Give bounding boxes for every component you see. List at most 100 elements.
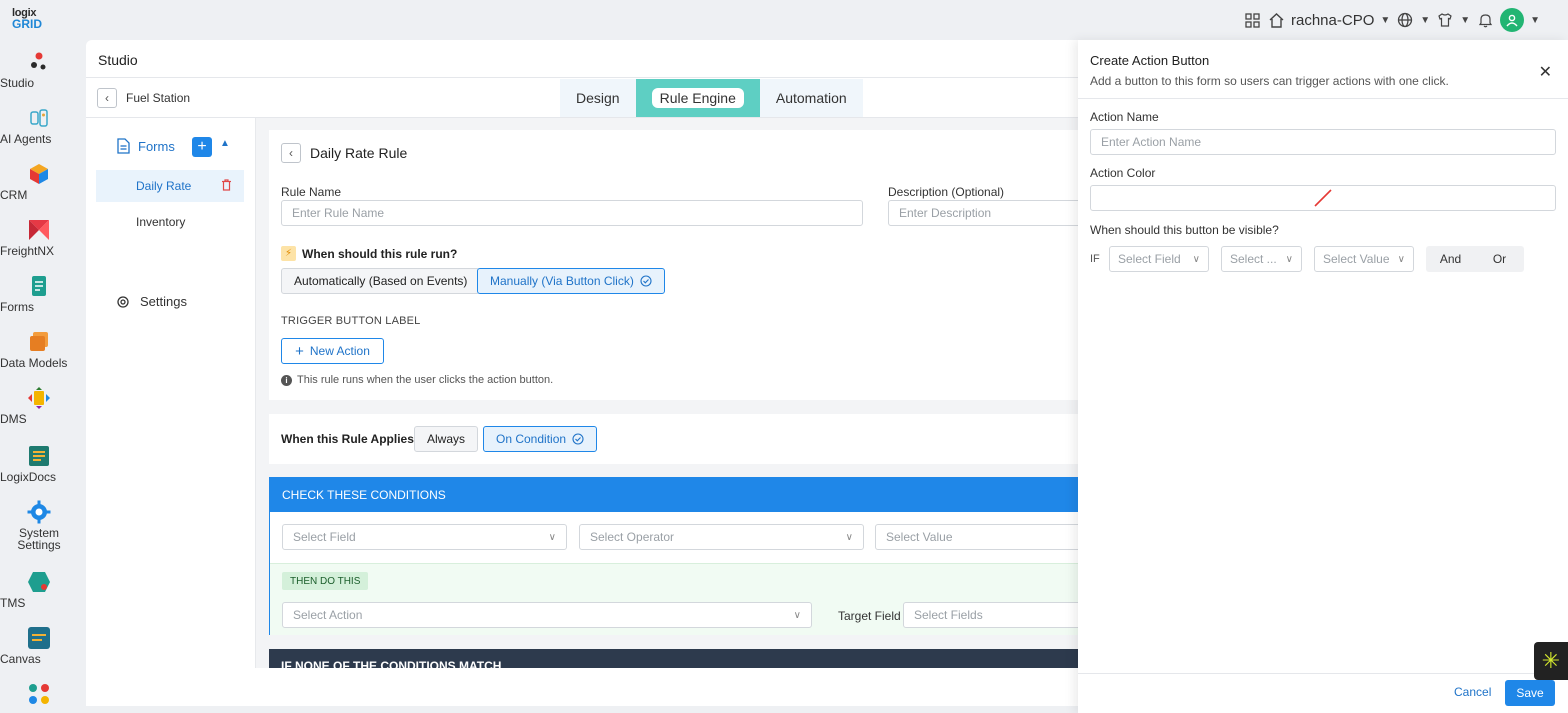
tms-icon bbox=[28, 572, 50, 592]
if-label: IF bbox=[1090, 253, 1100, 265]
network-icon bbox=[29, 684, 49, 704]
left-nav: Studio AI Agents CRM FreightNX Forms Dat… bbox=[0, 40, 78, 713]
chevron-left-icon: ‹ bbox=[289, 146, 293, 160]
action-name-input[interactable]: Enter Action Name bbox=[1090, 129, 1556, 155]
top-right-controls: rachna-CPO ▼ ▼ ▼ ▼ bbox=[1243, 8, 1540, 32]
nav-item-crm[interactable]: CRM bbox=[0, 162, 78, 201]
globe-icon[interactable] bbox=[1396, 11, 1414, 29]
chevron-down-icon[interactable]: ▼ bbox=[1460, 15, 1470, 26]
chevron-left-icon: ‹ bbox=[105, 91, 109, 105]
freightnx-icon bbox=[29, 220, 49, 240]
nav-item-forms[interactable]: Forms bbox=[0, 274, 78, 313]
data-models-icon bbox=[30, 332, 48, 351]
form-name: Fuel Station bbox=[126, 91, 191, 105]
chat-widget-button[interactable]: ✳ bbox=[1534, 642, 1568, 680]
action-name-label: Action Name bbox=[1090, 110, 1159, 124]
forms-sidebar: Forms + ▲ Daily Rate Inventory Settings bbox=[86, 118, 256, 668]
document-icon bbox=[117, 138, 130, 154]
run-manually-button[interactable]: Manually (Via Button Click) bbox=[477, 268, 665, 294]
gear-icon bbox=[27, 500, 51, 524]
create-action-drawer: Create Action Button Add a button to thi… bbox=[1078, 40, 1568, 713]
rule-name-label: Rule Name bbox=[281, 185, 342, 199]
target-field-label: Target Field bbox=[838, 609, 901, 623]
nav-item-canvas[interactable]: Canvas bbox=[0, 626, 78, 665]
chevron-up-icon[interactable]: ▲ bbox=[220, 138, 230, 149]
condition-operator-select[interactable]: Select Operator ∨ bbox=[579, 524, 864, 550]
forms-header[interactable]: Forms bbox=[116, 138, 175, 154]
on-condition-button[interactable]: On Condition bbox=[483, 426, 598, 452]
chevron-down-icon[interactable]: ▼ bbox=[1530, 15, 1540, 26]
run-question: When should this rule run? bbox=[302, 247, 458, 261]
workspace-selector[interactable]: rachna-CPO bbox=[1291, 12, 1374, 29]
or-button[interactable]: Or bbox=[1475, 246, 1524, 272]
bell-icon[interactable] bbox=[1476, 11, 1494, 29]
nav-item-system-settings[interactable]: System Settings bbox=[0, 500, 78, 551]
nav-item-studio[interactable]: Studio bbox=[0, 50, 78, 89]
top-bar: logix GRID rachna-CPO ▼ ▼ ▼ ▼ bbox=[0, 0, 1568, 40]
dms-icon bbox=[28, 387, 50, 409]
add-form-button[interactable]: + bbox=[192, 137, 212, 157]
and-or-toggle: And Or bbox=[1426, 246, 1524, 272]
visibility-label: When should this button be visible? bbox=[1090, 223, 1279, 237]
always-button[interactable]: Always bbox=[414, 426, 479, 452]
studio-tabs: Design Rule Engine Automation bbox=[560, 79, 863, 117]
no-color-icon bbox=[1314, 189, 1332, 207]
nav-item-dms[interactable]: DMS bbox=[0, 386, 78, 425]
page-title: Studio bbox=[98, 52, 138, 68]
nav-item-tms[interactable]: TMS bbox=[0, 570, 78, 609]
rule-back-button[interactable]: ‹ bbox=[281, 143, 301, 163]
canvas-icon bbox=[28, 627, 50, 649]
sidebar-item-settings[interactable]: Settings bbox=[116, 294, 187, 309]
nav-item-more[interactable] bbox=[0, 682, 78, 709]
logixdocs-icon bbox=[29, 446, 49, 466]
then-badge: THEN DO THIS bbox=[282, 572, 369, 590]
chevron-down-icon: ∨ bbox=[1397, 253, 1405, 265]
sidebar-item-daily-rate[interactable]: Daily Rate bbox=[96, 170, 244, 202]
chevron-down-icon: ∨ bbox=[845, 531, 853, 543]
nav-item-ai-agents[interactable]: AI Agents bbox=[0, 106, 78, 145]
chevron-down-icon: ∨ bbox=[793, 609, 801, 621]
nav-item-data-models[interactable]: Data Models bbox=[0, 330, 78, 369]
sidebar-item-inventory[interactable]: Inventory bbox=[96, 206, 244, 238]
gear-icon bbox=[117, 295, 129, 308]
rule-name-input[interactable]: Enter Rule Name bbox=[281, 200, 863, 226]
applies-label: When this Rule Applies bbox=[281, 432, 414, 446]
tab-automation[interactable]: Automation bbox=[759, 79, 863, 117]
condition-field-select[interactable]: Select Field ∨ bbox=[282, 524, 567, 550]
apps-grid-icon[interactable] bbox=[1243, 11, 1261, 29]
visibility-field-select[interactable]: Select Field ∨ bbox=[1109, 246, 1209, 272]
close-icon[interactable]: ✕ bbox=[1539, 62, 1552, 82]
user-avatar[interactable] bbox=[1500, 8, 1525, 32]
cancel-button[interactable]: Cancel bbox=[1454, 685, 1491, 699]
nav-item-logixdocs[interactable]: LogixDocs bbox=[0, 444, 78, 483]
lightning-icon: ⚡ bbox=[281, 246, 296, 261]
chevron-down-icon: ∨ bbox=[1285, 253, 1293, 265]
studio-icon bbox=[31, 52, 46, 70]
chevron-down-icon[interactable]: ▼ bbox=[1420, 15, 1430, 26]
new-action-button[interactable]: + New Action bbox=[281, 338, 384, 364]
ai-agents-icon bbox=[30, 109, 48, 127]
crm-icon bbox=[30, 164, 48, 184]
chevron-down-icon[interactable]: ▼ bbox=[1380, 15, 1390, 26]
tab-design[interactable]: Design bbox=[560, 79, 636, 117]
nav-item-freightnx[interactable]: FreightNX bbox=[0, 218, 78, 257]
and-button[interactable]: And bbox=[1426, 246, 1475, 272]
rule-title: Daily Rate Rule bbox=[310, 145, 408, 161]
logo[interactable]: logix GRID bbox=[12, 8, 42, 31]
drawer-title: Create Action Button bbox=[1090, 53, 1210, 68]
save-button[interactable]: Save bbox=[1505, 680, 1555, 706]
visibility-operator-select[interactable]: Select ... ∨ bbox=[1221, 246, 1302, 272]
sparkle-icon: ✳ bbox=[1541, 648, 1561, 673]
run-automatically-button[interactable]: Automatically (Based on Events) bbox=[281, 268, 481, 294]
plus-icon: + bbox=[295, 342, 304, 360]
check-circle-icon bbox=[640, 275, 652, 287]
back-button[interactable]: ‹ bbox=[97, 88, 117, 108]
shirt-icon[interactable] bbox=[1436, 11, 1454, 29]
trash-icon[interactable] bbox=[221, 178, 232, 194]
visibility-value-select[interactable]: Select Value ∨ bbox=[1314, 246, 1414, 272]
chevron-down-icon: ∨ bbox=[1192, 253, 1200, 265]
drawer-subtitle: Add a button to this form so users can t… bbox=[1090, 74, 1449, 88]
action-select[interactable]: Select Action ∨ bbox=[282, 602, 812, 628]
tab-rule-engine[interactable]: Rule Engine bbox=[635, 79, 760, 117]
action-color-picker[interactable] bbox=[1090, 185, 1556, 211]
